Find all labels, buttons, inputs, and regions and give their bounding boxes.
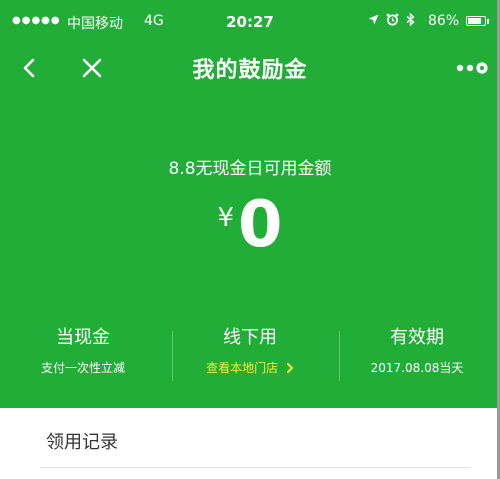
amount-value: 0 (238, 188, 283, 262)
column-cash: 当现金 支付一次性立减 (0, 326, 166, 376)
link-label: 查看本地门店 (206, 361, 279, 375)
status-time: 20:27 (226, 13, 274, 31)
list-item-claim-records[interactable]: 领用记录 (0, 408, 500, 468)
list-item-label: 领用记录 (46, 432, 118, 453)
battery-icon (466, 16, 486, 26)
column-offline: 线下用 查看本地门店 (167, 326, 333, 376)
info-columns: 当现金 支付一次性立减 线下用 查看本地门店 有效期 2017.08.08当天 (0, 326, 500, 388)
more-icon (456, 62, 488, 74)
battery-level-fill (468, 18, 481, 24)
status-bar: ●●●●● 中国移动 4G 20:27 86% (0, 0, 500, 40)
view-local-stores-link[interactable]: 查看本地门店 (167, 360, 333, 376)
column-divider (172, 331, 173, 381)
battery-tip (487, 19, 489, 24)
alarm-icon (386, 13, 399, 26)
column-title: 有效期 (390, 327, 444, 348)
more-button[interactable] (452, 58, 492, 78)
column-subtitle: 2017.08.08当天 (370, 361, 464, 375)
available-amount: ¥0 (0, 187, 500, 263)
list-divider (40, 467, 470, 468)
column-validity: 有效期 2017.08.08当天 (334, 326, 500, 376)
location-icon (368, 14, 379, 25)
battery-percent: 86% (428, 13, 460, 29)
page-title: 我的鼓励金 (192, 58, 308, 83)
column-subtitle: 支付一次性立减 (40, 361, 125, 375)
app-screen: ●●●●● 中国移动 4G 20:27 86% 我的鼓励金 8.8无现金日可用金… (0, 0, 500, 479)
column-title: 当现金 (56, 327, 110, 348)
nav-bar: 我的鼓励金 (0, 40, 500, 96)
currency-symbol: ¥ (217, 203, 234, 233)
available-amount-label: 8.8无现金日可用金额 (168, 159, 332, 179)
bluetooth-icon (406, 13, 415, 26)
chevron-right-icon (286, 363, 293, 373)
column-divider (339, 331, 340, 381)
column-title: 线下用 (223, 327, 277, 348)
status-icons (368, 13, 415, 26)
